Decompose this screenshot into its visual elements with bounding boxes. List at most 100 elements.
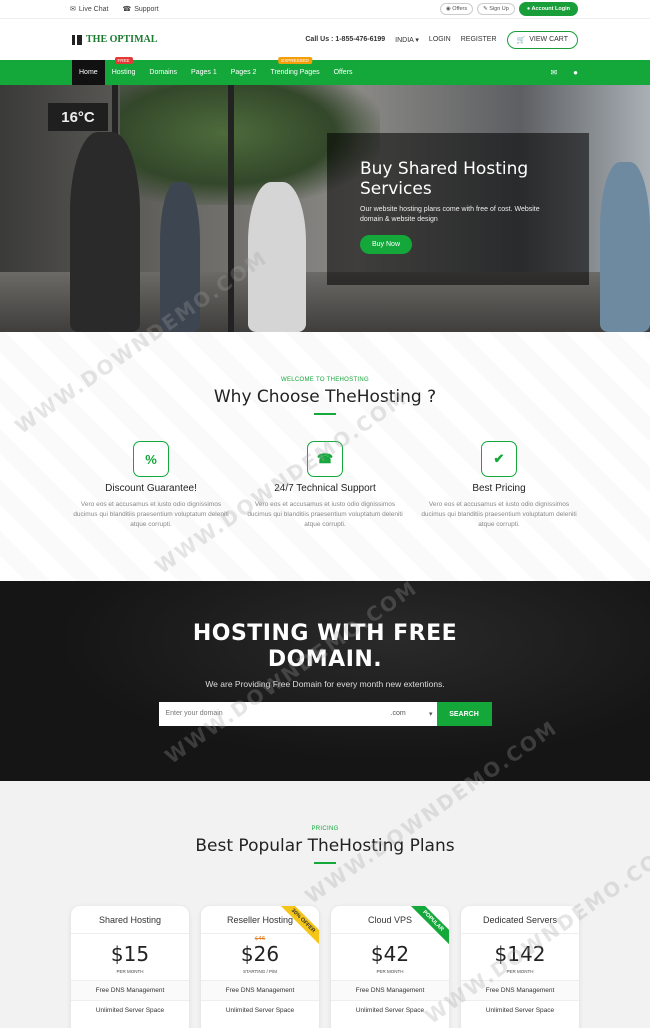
hero-overlay: Buy Shared Hosting Services Our website … (327, 133, 589, 285)
nav-item-pages-2[interactable]: Pages 2 (224, 60, 264, 85)
hero-banner: 16°C Buy Shared Hosting Services Our web… (0, 85, 650, 332)
plan-feature: Free DNS Management (71, 980, 189, 1000)
domain-title-line: HOSTING WITH FREE (192, 621, 458, 646)
chat-bubble-icon[interactable]: ✉ (550, 68, 557, 77)
plan-price: $42 (370, 942, 410, 966)
plan-card-shared-hosting[interactable]: Shared Hosting $15 PER MONTH Free DNS Ma… (71, 906, 189, 1028)
hero-person (600, 162, 650, 332)
phone-icon: ☎ (307, 441, 343, 477)
account-login-button[interactable]: ● Account Login (518, 2, 578, 16)
account-login-label: Account Login (531, 6, 571, 12)
buy-now-button[interactable]: Buy Now (360, 235, 413, 254)
plan-period: PER MONTH (506, 969, 534, 974)
expressed-badge: EXPRESSED (278, 57, 312, 64)
plan-price-wrap: $46 $26 (201, 936, 319, 966)
sign-up-label: Sign Up (489, 6, 509, 12)
feature-text: Vero eos et accusamus et iusto odio dign… (73, 501, 229, 528)
plan-card-reseller-hosting[interactable]: 30% OFFER Reseller Hosting $46 $26 STARTI… (201, 906, 319, 1028)
offers-button[interactable]: ◉ Offers (439, 3, 474, 15)
nav-item-offers[interactable]: Offers (327, 60, 360, 85)
plan-card-dedicated-servers[interactable]: Dedicated Servers $142 PER MONTH Free DN… (461, 906, 579, 1028)
search-button[interactable]: SEARCH (436, 702, 492, 726)
country-label: INDIA (395, 36, 414, 44)
feature-text: Vero eos et accusamus et iusto odio dign… (247, 501, 403, 528)
nav-item-home[interactable]: Home (72, 60, 105, 85)
logo-icon (72, 34, 82, 45)
tld-value: .com (390, 710, 406, 717)
caret-down-icon: ▾ (415, 36, 419, 44)
nav-item-pages-1[interactable]: Pages 1 (184, 60, 224, 85)
logo-text: THE OPTIMAL (86, 34, 158, 45)
domain-input[interactable]: Enter your domain (159, 702, 387, 726)
plan-period: PER MONTH (376, 969, 404, 974)
why-title: Why Choose TheHosting ? (213, 387, 437, 407)
plan-period: PER MONTH (116, 969, 144, 974)
sign-up-button[interactable]: ✎ Sign Up (477, 3, 515, 15)
hero-person (70, 132, 140, 332)
feature-title: Best Pricing (472, 483, 526, 494)
pricing-section: PRICING Best Popular TheHosting Plans Sh… (0, 781, 650, 1028)
hero-text: Our website hosting plans come with free… (360, 206, 540, 223)
plan-period: STARTING / P/M (242, 969, 278, 974)
domain-subtitle: We are Providing Free Domain for every m… (205, 679, 445, 689)
pricing-eyebrow: PRICING (311, 826, 339, 832)
hero-title: Buy Shared Hosting Services (360, 159, 529, 199)
plan-feature: Free DNS Management (201, 980, 319, 1000)
login-link[interactable]: LOGIN (429, 36, 451, 43)
call-us-text: Call Us : 1-855-476-6199 (305, 36, 386, 43)
feature-card: ✔ Best Pricing Vero eos et accusamus et … (412, 441, 586, 530)
why-eyebrow: WELCOME TO THEHOSTING (281, 377, 369, 383)
nav-item-domains[interactable]: Domains (142, 60, 184, 85)
hero-person (160, 182, 200, 332)
nav-item-hosting[interactable]: FREE Hosting (105, 57, 143, 85)
temperature-sign: 16°C (48, 103, 108, 131)
chat-icon: ✉ (70, 6, 76, 13)
feature-title: Discount Guarantee! (105, 483, 197, 494)
support-label: Support (134, 5, 159, 13)
check-icon: ✔ (481, 441, 517, 477)
view-cart-button[interactable]: 🛒 VIEW CART (506, 30, 578, 49)
plan-price: $26 (240, 942, 280, 966)
caret-down-icon: ▾ (428, 711, 433, 718)
plan-card-cloud-vps[interactable]: POPULAR Cloud VPS $42 PER MONTH Free DNS… (331, 906, 449, 1028)
plan-feature: Unlimited Server Space (331, 1000, 449, 1020)
main-nav: Home FREE Hosting Domains Pages 1 Pages 2… (0, 57, 650, 85)
hero-pole (228, 85, 234, 332)
support-link[interactable]: ☎ Support (122, 5, 159, 14)
plan-feature: Unlimited Server Space (201, 1000, 319, 1020)
live-chat-link[interactable]: ✉ Live Chat (70, 5, 109, 14)
country-selector[interactable]: INDIA ▾ (395, 36, 419, 44)
nav-label: Domains (149, 69, 178, 76)
headset-icon: ☎ (122, 6, 132, 13)
feature-title: 24/7 Technical Support (274, 483, 376, 494)
nav-label: Pages 1 (191, 69, 217, 76)
domain-search-section: HOSTING WITH FREE DOMAIN. We are Providin… (0, 581, 650, 781)
nav-item-trending-pages[interactable]: EXPRESSED Trending Pages (263, 57, 326, 85)
view-cart-label: VIEW CART (529, 36, 568, 43)
nav-label: Pages 2 (230, 69, 257, 76)
domain-search-form: Enter your domain .com ▾ SEARCH (158, 702, 492, 726)
feature-text: Vero eos et accusamus et iusto odio dign… (421, 501, 577, 528)
logo[interactable]: THE OPTIMAL (72, 34, 157, 45)
title-underline (314, 413, 336, 415)
plan-name: Dedicated Servers (461, 906, 579, 934)
free-badge: FREE (114, 57, 133, 64)
plan-feature: Unlimited Server Space (461, 1000, 579, 1020)
feature-card: ☎ 24/7 Technical Support Vero eos et acc… (238, 441, 412, 530)
offers-label: Offers (452, 6, 468, 12)
nav-label: Trending Pages (270, 69, 320, 76)
register-link[interactable]: REGISTER (461, 36, 497, 43)
plan-price: $15 (110, 942, 150, 966)
title-underline (314, 862, 336, 864)
cart-icon: 🛒 (516, 36, 526, 44)
nav-label: Offers (333, 69, 353, 76)
user-icon[interactable]: ● (573, 68, 578, 77)
plan-price: $142 (494, 942, 546, 966)
plan-feature: Unlimited Server Space (71, 1000, 189, 1020)
plan-feature: Free DNS Management (331, 980, 449, 1000)
tld-select[interactable]: .com ▾ (387, 702, 437, 726)
live-chat-label: Live Chat (78, 5, 109, 13)
header: THE OPTIMAL Call Us : 1-855-476-6199 IND… (0, 18, 650, 60)
plan-old-price: $46 (254, 936, 266, 942)
why-choose-section: WELCOME TO THEHOSTING Why Choose TheHost… (0, 332, 650, 581)
